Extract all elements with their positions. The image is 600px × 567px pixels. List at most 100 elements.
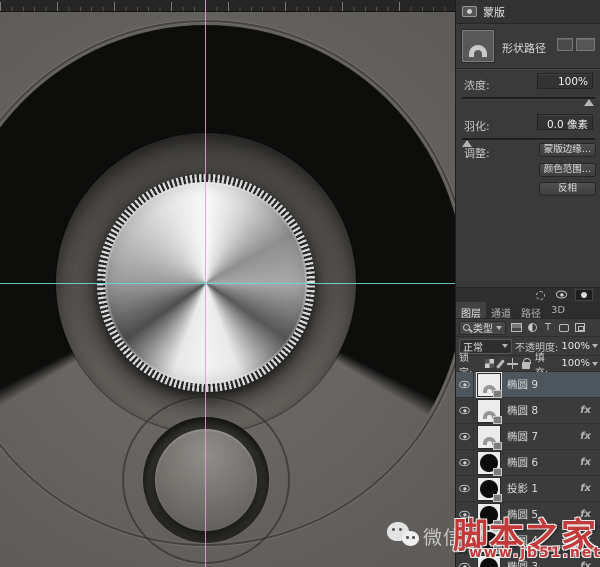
vector-mask-badge (493, 442, 502, 450)
chevron-down-icon (592, 362, 598, 366)
layer-name: 椭圆 4 (507, 533, 580, 548)
opacity-value: 100% (561, 341, 590, 352)
layers-panel-tabs: 图层 通道 路径 3D (456, 302, 600, 319)
tab-3d[interactable]: 3D (546, 302, 570, 318)
density-slider[interactable] (462, 97, 595, 100)
eye-icon (459, 511, 469, 518)
visibility-toggle[interactable] (456, 372, 474, 397)
load-selection-icon[interactable] (536, 291, 545, 300)
mask-kind-label: 形状路径 (502, 40, 546, 56)
layer-name: 椭圆 6 (507, 455, 580, 470)
visibility-toggle[interactable] (456, 528, 474, 553)
layer-row[interactable]: 投影 1 fx (456, 476, 600, 502)
lock-position-icon[interactable] (507, 358, 517, 369)
visibility-toggle[interactable] (456, 502, 474, 527)
circle-shape-icon (480, 558, 498, 567)
density-value[interactable]: 100% (537, 73, 593, 89)
lock-row: 锁定: 填充: 100% (456, 356, 600, 372)
opacity-control[interactable]: 100% (561, 341, 598, 352)
mask-visibility-icon[interactable] (556, 291, 567, 299)
shape-layers-filter-icon[interactable] (558, 322, 570, 333)
fill-value: 100% (561, 358, 590, 369)
tab-paths[interactable]: 路径 (516, 302, 546, 318)
layer-thumbnail[interactable] (478, 504, 500, 526)
mask-edge-button[interactable]: 蒙版边缘… (539, 143, 596, 157)
guide-horizontal[interactable] (0, 283, 455, 284)
layer-thumbnail[interactable] (478, 374, 500, 396)
layer-thumbnail[interactable] (478, 400, 500, 422)
fx-badge[interactable]: fx (580, 483, 591, 494)
eye-icon (459, 407, 469, 414)
layer-thumbnail[interactable] (478, 426, 500, 448)
vector-mask-badge (493, 390, 502, 398)
layers-panel: 图层 通道 路径 3D 类型 T 正常 (456, 302, 600, 567)
mask-panel-header: 蒙版 (456, 0, 600, 24)
mask-panel-icon (462, 6, 477, 17)
visibility-toggle[interactable] (456, 398, 474, 423)
eye-icon (459, 381, 469, 388)
small-button (155, 429, 257, 531)
visibility-toggle[interactable] (456, 476, 474, 501)
feather-slider[interactable] (462, 138, 595, 141)
layer-row[interactable]: 椭圆 3 fx (456, 554, 600, 567)
lock-all-icon[interactable] (522, 362, 530, 369)
layer-name: 椭圆 8 (507, 403, 580, 418)
layer-thumbnail[interactable] (478, 452, 500, 474)
vector-mask-badge (493, 520, 502, 528)
fx-badge[interactable]: fx (580, 561, 591, 567)
invert-button[interactable]: 反相 (539, 182, 596, 196)
fx-badge[interactable]: fx (580, 535, 591, 546)
layer-name: 椭圆 7 (507, 429, 580, 444)
feather-value[interactable]: 0.0 像素 (537, 114, 593, 130)
tab-layers[interactable]: 图层 (456, 302, 486, 318)
vector-mask-badge (493, 468, 502, 476)
lock-transparency-icon[interactable] (485, 359, 493, 368)
layer-row[interactable]: 椭圆 8 fx (456, 398, 600, 424)
pixel-layers-filter-icon[interactable] (510, 322, 522, 333)
canvas-area[interactable] (0, 0, 455, 567)
layer-row[interactable]: 椭圆 7 fx (456, 424, 600, 450)
adjustment-layers-filter-icon[interactable] (526, 322, 538, 333)
vector-mask-badge (493, 546, 502, 554)
layer-row[interactable]: 椭圆 6 fx (456, 450, 600, 476)
filter-kind-icon (463, 324, 470, 331)
mask-panel-title: 蒙版 (483, 4, 505, 20)
density-slider-thumb[interactable] (584, 99, 594, 106)
apply-mask-icon[interactable] (575, 289, 593, 301)
eye-icon (459, 537, 469, 544)
filter-kind-dropdown[interactable]: 类型 (459, 321, 506, 335)
fx-badge[interactable]: fx (580, 457, 591, 468)
chevron-down-icon (592, 344, 598, 348)
mask-thumbnail[interactable] (462, 30, 494, 62)
visibility-toggle[interactable] (456, 554, 474, 567)
layer-name: 椭圆 5 (507, 507, 580, 522)
layer-row[interactable]: 椭圆 5 fx (456, 502, 600, 528)
ruler-horizontal[interactable] (0, 0, 455, 12)
chevron-down-icon (502, 344, 508, 348)
lock-pixels-icon[interactable] (496, 359, 505, 368)
layer-row[interactable]: 椭圆 4 fx (456, 528, 600, 554)
adjust-label: 调整: (464, 145, 490, 161)
tab-channels[interactable]: 通道 (486, 302, 516, 318)
layer-filter-row: 类型 T (456, 319, 600, 337)
visibility-toggle[interactable] (456, 450, 474, 475)
layer-thumbnail[interactable] (478, 478, 500, 500)
smart-object-filter-icon[interactable] (574, 322, 586, 333)
layer-thumbnail[interactable] (478, 530, 500, 552)
filter-kind-label: 类型 (473, 320, 493, 335)
density-label: 浓度: (464, 77, 490, 93)
fx-badge[interactable]: fx (580, 431, 591, 442)
layer-thumbnail[interactable] (478, 556, 500, 567)
divider (456, 68, 600, 69)
panel-dock: 蒙版 形状路径 浓度: 100% 羽化: 0.0 像素 调整: 蒙版边缘… 颜色… (455, 0, 600, 567)
type-layers-filter-icon[interactable]: T (542, 322, 554, 333)
color-range-button[interactable]: 颜色范围… (539, 163, 596, 177)
add-vector-mask-button[interactable] (576, 38, 595, 51)
visibility-toggle[interactable] (456, 424, 474, 449)
fx-badge[interactable]: fx (580, 405, 591, 416)
add-pixel-mask-button[interactable] (557, 38, 573, 51)
layer-row[interactable]: 椭圆 9 (456, 372, 600, 398)
fill-control[interactable]: 100% (561, 358, 598, 369)
mask-panel: 蒙版 形状路径 浓度: 100% 羽化: 0.0 像素 调整: 蒙版边缘… 颜色… (456, 0, 600, 302)
fx-badge[interactable]: fx (580, 509, 591, 520)
